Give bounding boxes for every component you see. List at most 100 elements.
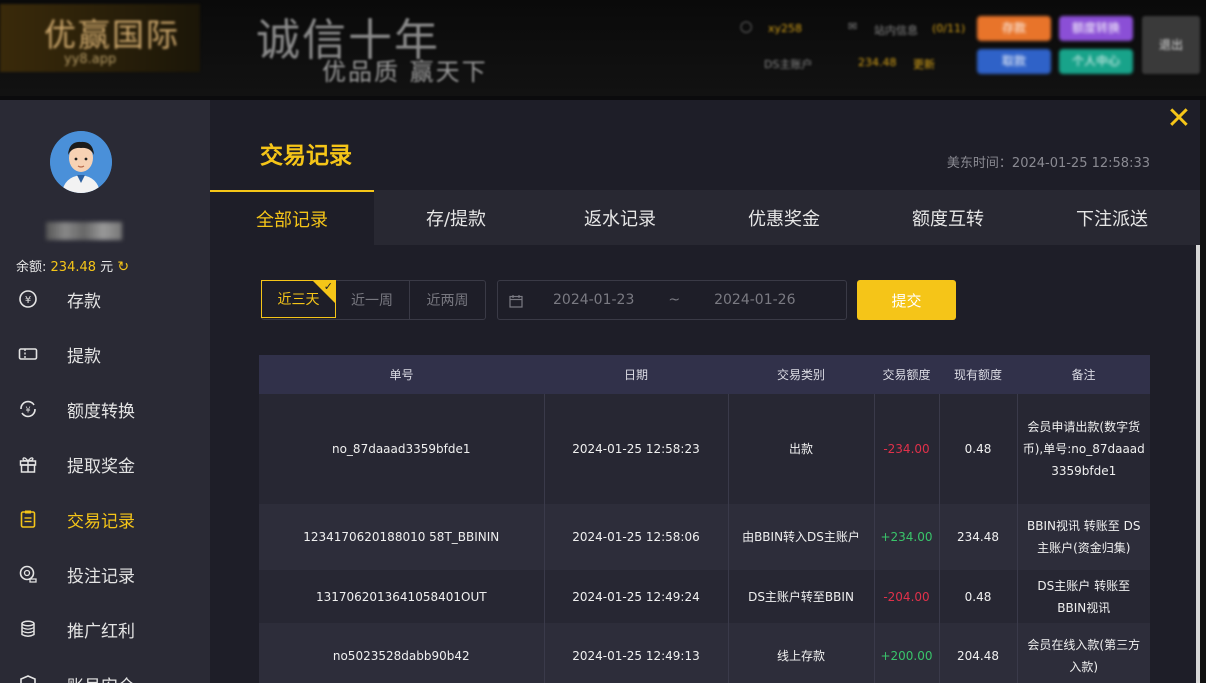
slogan-sub: 优品质 赢天下 bbox=[322, 58, 488, 86]
cell-amount: +200.00 bbox=[873, 623, 939, 683]
cell-balance: 0.48 bbox=[938, 394, 1017, 504]
table-row: no5023528dabb90b42 2024-01-25 12:49:13 线… bbox=[259, 623, 1150, 683]
ticket-icon bbox=[17, 343, 39, 365]
sidebar-item-bets[interactable]: 投注记录 bbox=[0, 554, 210, 594]
page-backdrop-edge bbox=[1200, 100, 1206, 683]
column-header: 交易类别 bbox=[728, 355, 874, 394]
header-messages[interactable]: 站内信息 bbox=[874, 22, 918, 38]
cell-type: 出款 bbox=[727, 394, 874, 504]
cell-type: DS主账户转至BBIN bbox=[727, 570, 874, 623]
cell-note: 会员在线入款(第三方入款) bbox=[1016, 623, 1150, 683]
cell-balance: 204.48 bbox=[938, 623, 1017, 683]
sidebar-item-withdraw[interactable]: 提款 bbox=[0, 334, 210, 374]
column-header: 日期 bbox=[544, 355, 728, 394]
sidebar-item-promo[interactable]: 推广红利 bbox=[0, 609, 210, 649]
content-scrollbar[interactable] bbox=[1196, 245, 1200, 683]
range-3days-button[interactable]: 近三天 ✓ bbox=[261, 280, 336, 318]
user-icon: ◯ bbox=[740, 20, 753, 33]
sidebar-item-security[interactable]: 账号安全 bbox=[0, 664, 210, 683]
table-row: 1234170620188010 58T_BBININ 2024-01-25 1… bbox=[259, 504, 1150, 570]
page-title: 交易记录 bbox=[260, 143, 352, 169]
cell-id: no5023528dabb90b42 bbox=[259, 623, 544, 683]
record-tabs: 全部记录 存/提款 返水记录 优惠奖金 额度互转 下注派送 bbox=[210, 190, 1200, 245]
header-refresh-link[interactable]: 更新 bbox=[913, 56, 935, 72]
cell-date: 2024-01-25 12:49:24 bbox=[543, 570, 728, 623]
close-modal-button[interactable]: ✕ bbox=[1166, 104, 1192, 134]
cell-date: 2024-01-25 12:58:06 bbox=[543, 504, 728, 570]
bet-icon bbox=[17, 563, 39, 585]
mail-icon: ✉ bbox=[848, 20, 858, 33]
tab-rebate[interactable]: 返水记录 bbox=[538, 190, 702, 245]
account-modal: 余额: 234.48 元 ↻ ¥ 存款 提款 ¥ 额度转换 提取奖金 交易记录 … bbox=[0, 100, 1200, 683]
sidebar-item-transfer[interactable]: ¥ 额度转换 bbox=[0, 389, 210, 429]
sidebar-item-label: 投注记录 bbox=[67, 566, 135, 587]
exchange-yen-icon: ¥ bbox=[17, 398, 39, 420]
header-deposit-button[interactable]: 存款 bbox=[977, 16, 1051, 41]
cell-type: 线上存款 bbox=[727, 623, 874, 683]
gift-icon bbox=[17, 453, 39, 475]
sidebar-item-bonus[interactable]: 提取奖金 bbox=[0, 444, 210, 484]
main-content: 交易记录 美东时间：2024-01-25 12:58:33 全部记录 存/提款 … bbox=[210, 100, 1200, 683]
logo-text: 优赢国际 bbox=[44, 16, 181, 54]
calendar-icon bbox=[509, 293, 523, 308]
site-header: 优赢国际 yy8.app 诚信十年 优品质 赢天下 ◯ xy258 ✉ 站内信息… bbox=[0, 0, 1206, 96]
submit-button[interactable]: 提交 bbox=[857, 280, 956, 320]
refresh-icon[interactable]: ↻ bbox=[117, 259, 129, 275]
sidebar-item-transactions[interactable]: 交易记录 bbox=[0, 499, 210, 539]
header-profile-button[interactable]: 个人中心 bbox=[1059, 49, 1133, 74]
column-header: 备注 bbox=[1017, 355, 1150, 394]
check-icon: ✓ bbox=[323, 280, 333, 293]
tab-bonus[interactable]: 优惠奖金 bbox=[702, 190, 866, 245]
date-range-input[interactable]: 2024-01-23 ~ 2024-01-26 bbox=[497, 280, 847, 320]
cell-id: no_87daaad3359bfde1 bbox=[259, 394, 544, 504]
table-row: 1317062013641058401OUT 2024-01-25 12:49:… bbox=[259, 570, 1150, 623]
table-header-row: 单号 日期 交易类别 交易额度 现有额度 备注 bbox=[259, 355, 1150, 394]
cell-id: 1317062013641058401OUT bbox=[259, 570, 544, 623]
header-account-amount: 234.48 bbox=[858, 56, 897, 69]
range-2weeks-button[interactable]: 近两周 bbox=[410, 281, 485, 319]
us-east-time: 美东时间：2024-01-25 12:58:33 bbox=[946, 156, 1150, 171]
sidebar-item-label: 交易记录 bbox=[67, 511, 135, 532]
svg-text:¥: ¥ bbox=[25, 406, 30, 415]
yen-circle-icon: ¥ bbox=[17, 288, 39, 310]
range-label: 近两周 bbox=[426, 293, 469, 309]
column-header: 单号 bbox=[259, 355, 544, 394]
tab-transfer[interactable]: 额度互转 bbox=[866, 190, 1030, 245]
site-logo[interactable]: 优赢国际 yy8.app bbox=[0, 4, 200, 72]
range-1week-button[interactable]: 近一周 bbox=[335, 281, 410, 319]
tab-bet-dispatch[interactable]: 下注派送 bbox=[1030, 190, 1194, 245]
svg-text:¥: ¥ bbox=[25, 295, 31, 306]
column-header: 交易额度 bbox=[874, 355, 939, 394]
balance-display: 余额: 234.48 元 ↻ bbox=[16, 256, 129, 275]
date-to-field[interactable]: 2024-01-26 bbox=[714, 292, 795, 308]
cell-date: 2024-01-25 12:58:23 bbox=[543, 394, 728, 504]
sidebar-item-deposit[interactable]: ¥ 存款 bbox=[0, 279, 210, 319]
title-bar: 交易记录 美东时间：2024-01-25 12:58:33 bbox=[210, 100, 1200, 190]
range-label: 近一周 bbox=[351, 293, 393, 309]
cell-date: 2024-01-25 12:49:13 bbox=[543, 623, 728, 683]
date-range-selector: 近三天 ✓ 近一周 近两周 bbox=[261, 280, 486, 320]
cell-amount: -204.00 bbox=[873, 570, 939, 623]
cell-note: 会员申请出款(数字货币),单号:no_87daaad3359bfde1 bbox=[1016, 394, 1150, 504]
table-row: no_87daaad3359bfde1 2024-01-25 12:58:23 … bbox=[259, 394, 1150, 504]
logo-sub: yy8.app bbox=[64, 52, 117, 67]
tab-all-records[interactable]: 全部记录 bbox=[210, 190, 374, 245]
cell-amount: +234.00 bbox=[873, 504, 939, 570]
app-root: 优赢国际 yy8.app 诚信十年 优品质 赢天下 ◯ xy258 ✉ 站内信息… bbox=[0, 0, 1206, 683]
sidebar-item-label: 提取奖金 bbox=[67, 456, 135, 477]
coins-icon bbox=[17, 618, 39, 640]
balance-label: 余额: bbox=[16, 260, 47, 275]
header-withdraw-button[interactable]: 取款 bbox=[977, 49, 1051, 74]
sidebar-item-label: 提款 bbox=[67, 346, 101, 367]
avatar bbox=[50, 131, 112, 193]
header-transfer-button[interactable]: 额度转换 bbox=[1059, 16, 1133, 41]
cell-type: 由BBIN转入DS主账户 bbox=[727, 504, 874, 570]
header-logout-button[interactable]: 退出 bbox=[1142, 16, 1200, 74]
tab-deposit-withdraw[interactable]: 存/提款 bbox=[374, 190, 538, 245]
date-from-field[interactable]: 2024-01-23 bbox=[553, 292, 634, 308]
cell-note: DS主账户 转账至 BBIN视讯 bbox=[1016, 570, 1150, 623]
column-header: 现有额度 bbox=[939, 355, 1017, 394]
cell-balance: 0.48 bbox=[938, 570, 1017, 623]
header-username: xy258 bbox=[768, 22, 803, 35]
balance-value: 234.48 bbox=[50, 260, 97, 275]
